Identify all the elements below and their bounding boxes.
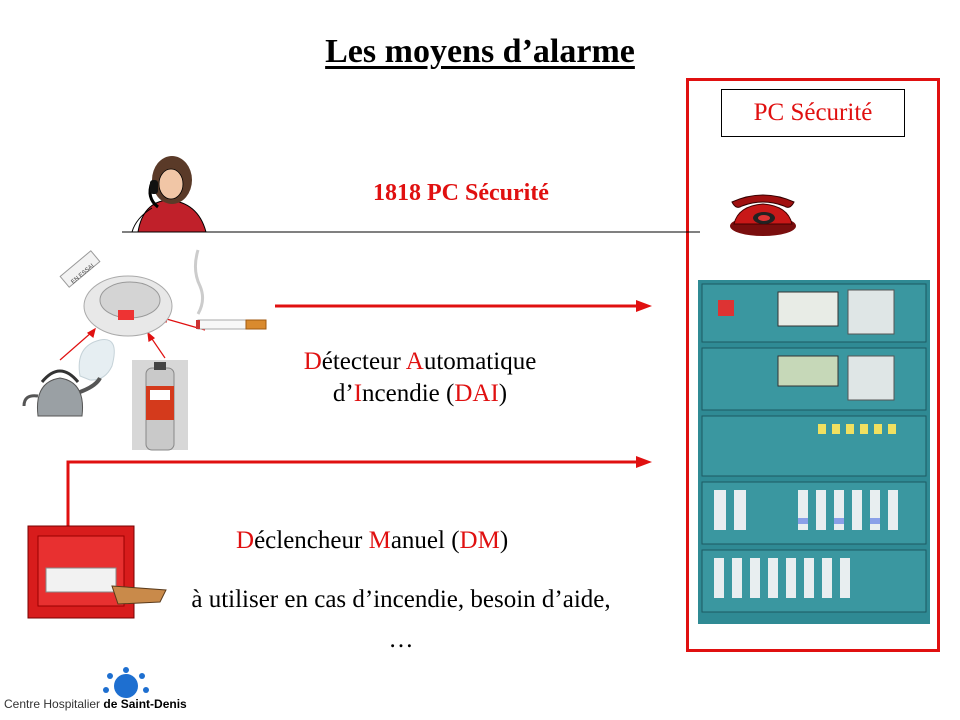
hospital-logo-icon <box>103 667 149 698</box>
usage-text: à utiliser en cas d’incendie, besoin d’a… <box>126 580 676 660</box>
kettle-steam-icon <box>22 339 115 417</box>
dai-a: A <box>405 348 424 375</box>
dai-arrow <box>275 300 652 312</box>
logo-name: de Saint-Denis <box>103 697 187 711</box>
aerosol-spray-icon <box>132 360 188 451</box>
dai-i: I <box>353 380 363 407</box>
dm-m: M <box>368 527 391 554</box>
dai-d: D <box>303 348 322 375</box>
cigarette-icon <box>193 249 267 330</box>
usage-line-2: … <box>388 626 414 653</box>
dm-part: anuel ( <box>390 527 460 554</box>
dm-part: éclencheur <box>254 527 369 554</box>
fire-alarm-panel-image <box>698 280 930 624</box>
dm-description: Déclencheur Manuel (DM) <box>236 527 508 555</box>
dai-acronym: DAI <box>454 380 499 407</box>
smoke-detector-icon: EN ESSAI <box>59 250 173 337</box>
red-telephone-icon <box>730 194 796 236</box>
dai-part: étecteur <box>321 348 406 375</box>
dm-d: D <box>236 527 255 554</box>
hospital-logo-text: Centre Hospitalier de Saint-Denis <box>4 697 187 711</box>
logo-prefix: Centre Hospitalier <box>4 697 104 711</box>
dai-part: utomatique <box>423 348 537 375</box>
dai-description: Détecteur Automatique d’Incendie (DAI) <box>240 346 600 410</box>
dm-part: ) <box>499 527 509 554</box>
dm-arrow <box>66 456 652 528</box>
dai-part: ) <box>498 380 508 407</box>
usage-line-1: à utiliser en cas d’incendie, besoin d’a… <box>191 586 611 613</box>
dai-line-2: d’Incendie (DAI) <box>240 378 600 410</box>
dai-part: ncendie ( <box>362 380 455 407</box>
dai-part: d’ <box>332 380 354 407</box>
dm-acronym: DM <box>459 527 500 554</box>
person-on-phone-icon <box>131 156 207 233</box>
dai-line-1: Détecteur Automatique <box>240 346 600 378</box>
